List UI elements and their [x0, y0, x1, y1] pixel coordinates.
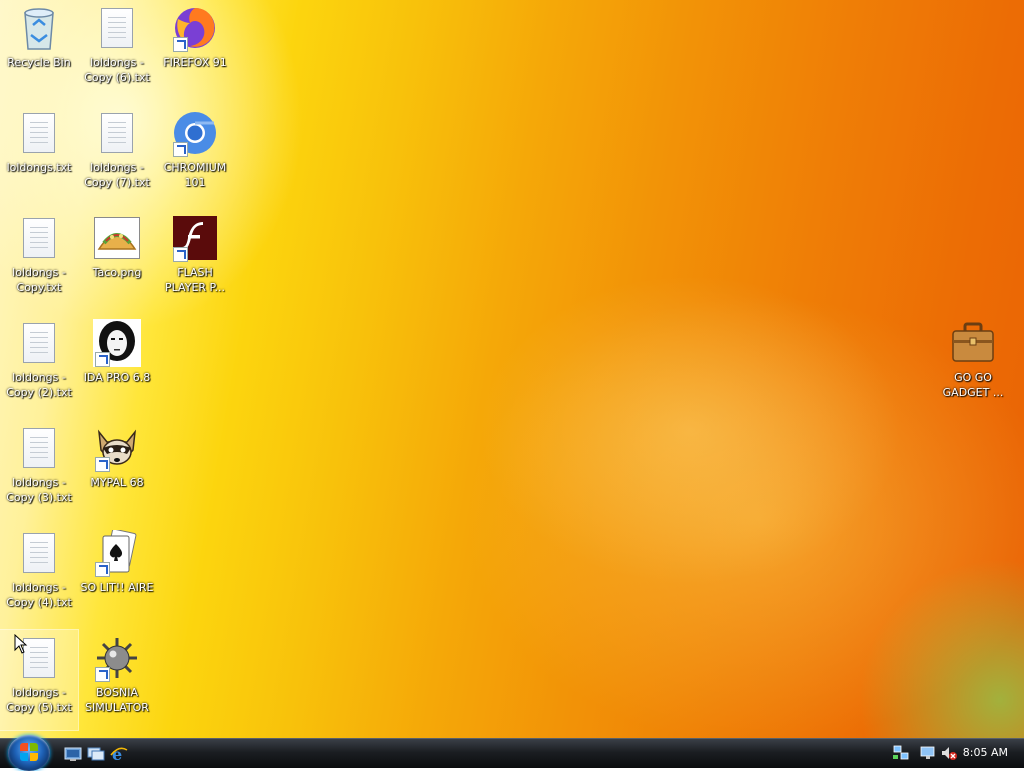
desktop-icon-label: FLASH PLAYER P... [165, 266, 225, 294]
desktop-icon-label: IDA PRO 6.8 [83, 371, 151, 384]
mouse-cursor-icon [14, 634, 28, 654]
text-file-icon [15, 109, 63, 157]
desktop-icon-firefox[interactable]: FIREFOX 91 [156, 0, 234, 100]
text-file-icon [15, 214, 63, 262]
taskbar-clock[interactable]: 8:05 AM [963, 746, 1008, 759]
desktop-icon-label: Recycle Bin [7, 56, 71, 69]
start-orb-icon[interactable] [8, 735, 50, 771]
shortcut-arrow-icon [95, 667, 110, 682]
desktop-icon-loldongs-copy-7[interactable]: loldongs - Copy (7).txt [78, 105, 156, 205]
desktop-icon-loldongs-copy-6[interactable]: loldongs - Copy (6).txt [78, 0, 156, 100]
switch-windows-icon[interactable] [87, 746, 105, 762]
briefcase-icon [949, 319, 997, 367]
solitaire-cards-icon [93, 529, 141, 577]
raccoon-icon [93, 424, 141, 472]
shortcut-arrow-icon [95, 562, 110, 577]
shortcut-arrow-icon [95, 352, 110, 367]
mine-icon [93, 634, 141, 682]
taskbar: e 8:05 AM [0, 735, 1024, 771]
desktop-icon-loldongs-copy-2[interactable]: loldongs - Copy (2).txt [0, 315, 78, 415]
desktop-icon-taco-png[interactable]: Taco.png [78, 210, 156, 310]
ida-pro-icon [93, 319, 141, 367]
desktop-icon-solitaire[interactable]: SO LIT!! AIRE [78, 525, 156, 625]
desktop-icon-label: loldongs - Copy.txt [12, 266, 66, 294]
desktop-icon-loldongs-copy[interactable]: loldongs - Copy.txt [0, 210, 78, 310]
desktop-icon-label: loldongs - Copy (5).txt [6, 686, 72, 714]
desktop-icon-flash-player[interactable]: FLASH PLAYER P... [156, 210, 234, 310]
desktop-icon-recycle-bin[interactable]: Recycle Bin [0, 0, 78, 100]
desktop-icon-label: FIREFOX 91 [163, 56, 227, 69]
taco-image-icon [93, 214, 141, 262]
desktop-icon-label: SO LIT!! AIRE [80, 581, 154, 594]
text-file-icon [93, 109, 141, 157]
network-icon[interactable] [892, 745, 910, 761]
firefox-icon [171, 4, 219, 52]
desktop-icon-label: loldongs - Copy (7).txt [84, 161, 150, 189]
desktop-icon-label: loldongs - Copy (6).txt [84, 56, 150, 84]
desktop-icon-label: GO GO GADGET ... [942, 371, 1004, 399]
show-desktop-icon[interactable] [64, 746, 82, 762]
text-file-icon [15, 529, 63, 577]
desktop-icon-ida-pro[interactable]: IDA PRO 6.8 [78, 315, 156, 415]
desktop-icon-label: loldongs.txt [6, 161, 72, 174]
desktop-icon-loldongs-copy-5[interactable]: loldongs - Copy (5).txt [0, 629, 79, 731]
desktop-icon-mypal[interactable]: MYPAL 68 [78, 420, 156, 520]
volume-muted-icon[interactable] [940, 745, 958, 761]
shortcut-arrow-icon [95, 457, 110, 472]
text-file-icon [15, 424, 63, 472]
desktop-icon-label: CHROMIUM 101 [163, 161, 227, 189]
desktop-icon-label: MYPAL 68 [90, 476, 144, 489]
chromium-icon [171, 109, 219, 157]
desktop-icon-label: loldongs - Copy (2).txt [6, 371, 72, 399]
internet-explorer-icon[interactable]: e [110, 746, 128, 762]
desktop-icon-loldongs-copy-4[interactable]: loldongs - Copy (4).txt [0, 525, 78, 625]
shortcut-arrow-icon [173, 37, 188, 52]
text-file-icon [93, 4, 141, 52]
desktop-icon-loldongs-txt[interactable]: loldongs.txt [0, 105, 78, 205]
desktop-icon-label: Taco.png [92, 266, 142, 279]
display-icon[interactable] [919, 745, 937, 761]
flash-player-icon [171, 214, 219, 262]
desktop-icon-label: loldongs - Copy (4).txt [6, 581, 72, 609]
desktop-icon-label: BOSNIA SIMULATOR [85, 686, 149, 714]
desktop-icon-loldongs-copy-3[interactable]: loldongs - Copy (3).txt [0, 420, 78, 520]
desktop-icon-label: loldongs - Copy (3).txt [6, 476, 72, 504]
desktop-icon-chromium[interactable]: CHROMIUM 101 [156, 105, 234, 205]
desktop-icon-bosnia-simulator[interactable]: BOSNIA SIMULATOR [78, 630, 156, 730]
desktop-icon-go-go-gadget[interactable]: GO GO GADGET ... [934, 315, 1012, 415]
shortcut-arrow-icon [173, 142, 188, 157]
text-file-icon [15, 319, 63, 367]
shortcut-arrow-icon [173, 247, 188, 262]
recycle-bin-icon [15, 4, 63, 52]
